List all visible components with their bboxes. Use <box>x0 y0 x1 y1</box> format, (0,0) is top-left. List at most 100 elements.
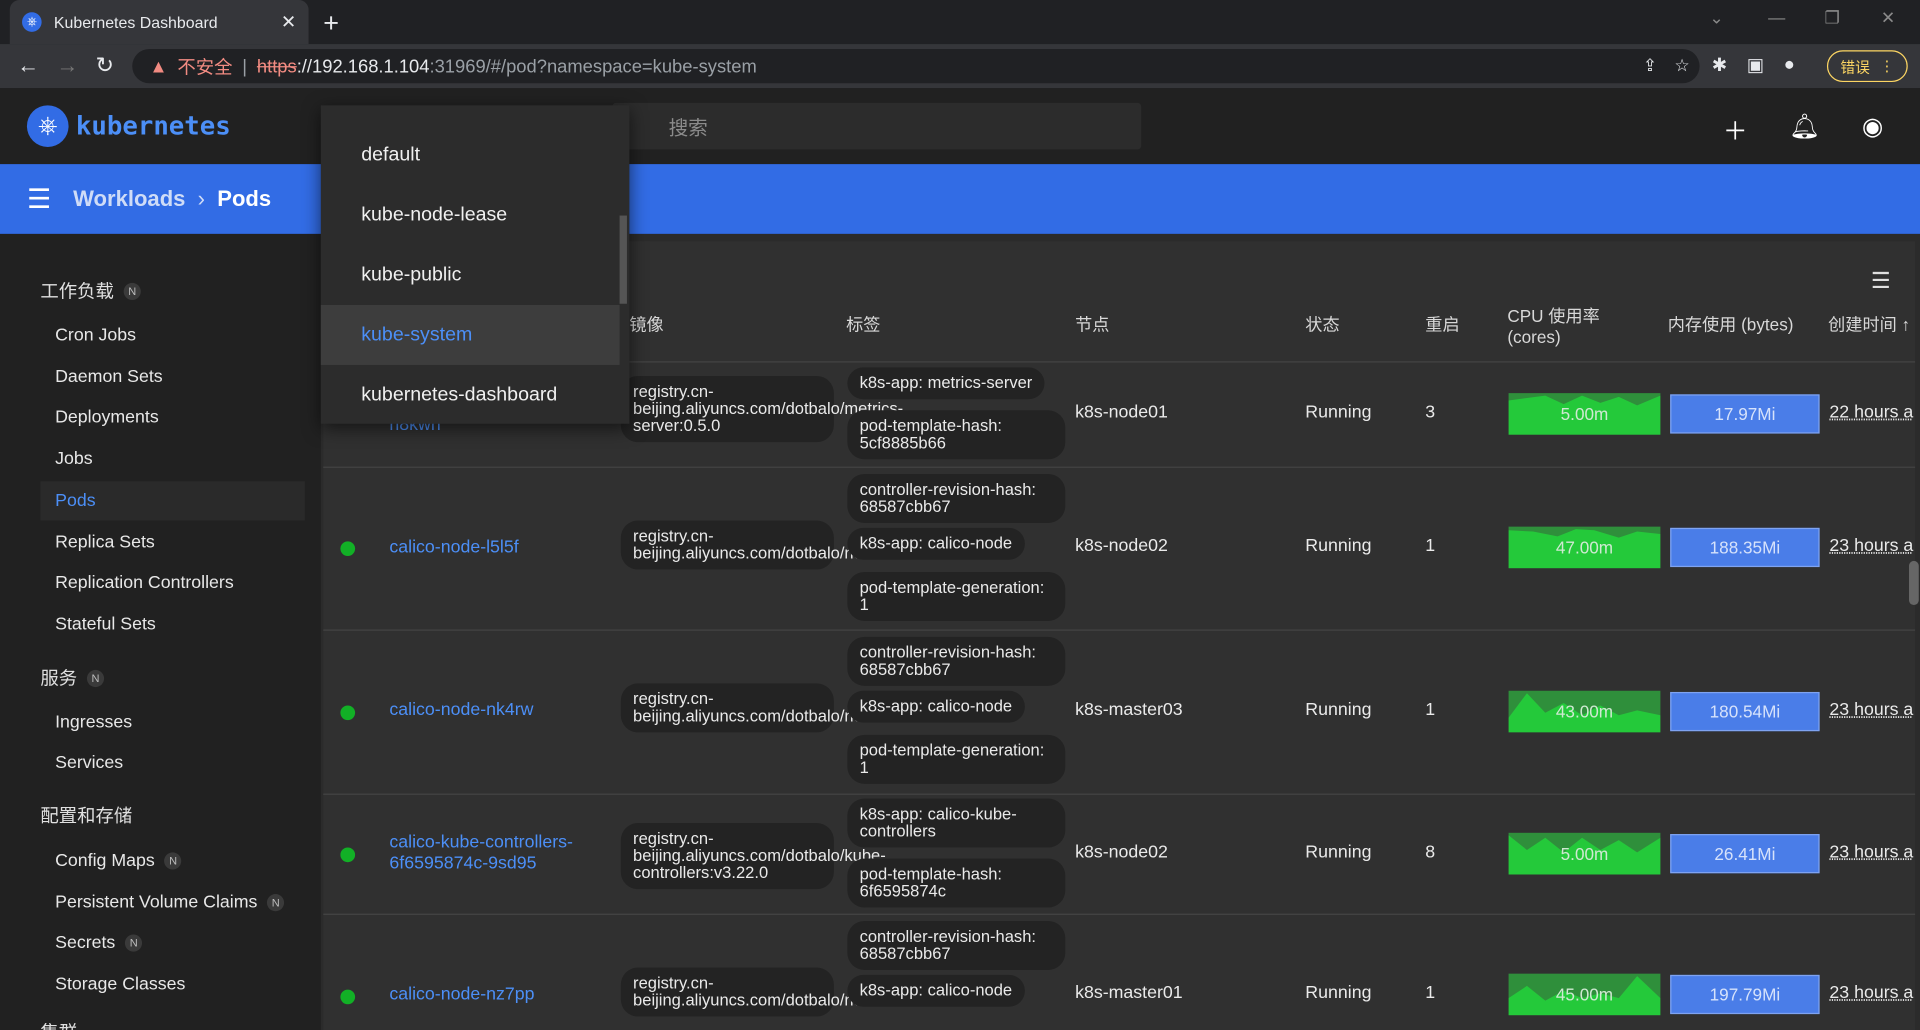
status-cell: Running <box>1305 700 1372 721</box>
sidebar-item-daemon-sets[interactable]: Daemon Sets <box>40 358 304 397</box>
browser-tab[interactable]: ⎈ Kubernetes Dashboard ✕ <box>9 0 309 45</box>
forward-icon[interactable]: → <box>56 53 78 79</box>
pod-name-link[interactable]: calico-node-nz7pp <box>389 985 534 1006</box>
memory-bar: 188.35Mi <box>1670 527 1820 568</box>
restore-icon[interactable]: ❐ <box>1824 7 1839 28</box>
node-cell: k8s-master01 <box>1075 983 1183 1004</box>
pod-name-link[interactable]: calico-node-l5l5f <box>389 538 518 559</box>
sidebar-item-replication-controllers[interactable]: Replication Controllers <box>40 563 304 602</box>
status-cell: Running <box>1305 983 1372 1004</box>
reload-icon[interactable]: ↻ <box>96 53 114 79</box>
share-icon[interactable]: ⇪ <box>1643 55 1657 76</box>
namespace-option-kube-system[interactable]: kube-system <box>320 304 620 365</box>
kubernetes-logo[interactable]: ⎈ kubernetes <box>26 105 231 147</box>
col-header-status[interactable]: 状态 <box>1305 315 1339 336</box>
section-label: 服务 <box>40 668 78 690</box>
filter-icon[interactable]: ☰ <box>1871 268 1891 294</box>
sidebar-item-replica-sets[interactable]: Replica Sets <box>40 523 304 562</box>
table-row[interactable]: calico-node-nk4rw registry.cn-beijing.al… <box>323 630 1915 794</box>
table-row[interactable]: calico-node-l5l5f registry.cn-beijing.al… <box>323 467 1915 630</box>
sidebar-item-deployments[interactable]: Deployments <box>40 398 304 437</box>
table-row[interactable]: calico-kube-controllers-6f6595874c-9sd95… <box>323 794 1915 914</box>
status-cell: Running <box>1305 536 1372 557</box>
table-row[interactable]: calico-node-nz7pp registry.cn-beijing.al… <box>323 914 1915 1030</box>
label-chip: pod-template-generation: 1 <box>847 734 1066 784</box>
col-header-created[interactable]: 创建时间 ↑ <box>1828 315 1910 336</box>
sidebar-item-label: Deployments <box>55 407 159 428</box>
sidebar-item-label: Daemon Sets <box>55 367 163 388</box>
new-tab-icon[interactable]: + <box>323 7 339 39</box>
pod-name-link[interactable]: calico-kube-controllers-6f6595874c-9sd95 <box>389 833 585 875</box>
running-status-icon <box>340 705 356 721</box>
sidebar-section-workloads[interactable]: 工作负载 N <box>40 278 141 304</box>
insecure-label: 不安全 <box>177 56 233 78</box>
tab-close-icon[interactable]: ✕ <box>281 11 296 33</box>
pod-name-link[interactable]: calico-node-nk4rw <box>389 701 533 722</box>
label-chip: pod-template-hash: 5cf8885b66 <box>847 410 1066 460</box>
image-chip: registry.cn-beijing.aliyuncs.com/dotbalo… <box>620 520 940 570</box>
sidebar-section-config-storage[interactable]: 配置和存储 <box>40 802 132 828</box>
sidebar-item-label: Services <box>55 753 124 773</box>
sidebar-item-ingresses[interactable]: Ingresses <box>40 703 304 742</box>
error-button[interactable]: 错误 ⋮ <box>1826 50 1908 83</box>
error-label: 错误 <box>1840 58 1870 76</box>
back-icon[interactable]: ← <box>17 53 39 79</box>
sidebar-item-cron-jobs[interactable]: Cron Jobs <box>40 316 304 355</box>
col-header-node[interactable]: 节点 <box>1075 315 1109 336</box>
namespace-option-default[interactable]: default <box>321 125 620 185</box>
label-chip: pod-template-generation: 1 <box>847 571 1066 621</box>
section-label: 工作负载 <box>40 281 114 303</box>
sidebar-item-stateful-sets[interactable]: Stateful Sets <box>40 605 304 644</box>
restarts-cell: 3 <box>1425 402 1436 423</box>
label-chip: controller-revision-hash: 68587cbb67 <box>847 636 1066 686</box>
url-field[interactable]: ▲ 不安全 | https ://192.168.1.104 :31969/#/… <box>132 48 1700 84</box>
sidebar-section-services[interactable]: 服务 N <box>40 665 105 691</box>
restarts-cell: 1 <box>1425 983 1436 1004</box>
sidebar-item-services[interactable]: Services <box>40 743 304 782</box>
app-toolbar: ⎈ kubernetes 搜索 ＋ 🔔︎ ◉ <box>0 88 1920 165</box>
profile-icon[interactable]: ● <box>1784 54 1795 76</box>
create-plus-icon[interactable]: ＋ <box>1723 111 1747 147</box>
sidebar-item-config-maps[interactable]: Config Maps N <box>40 841 304 880</box>
label-chip: pod-template-hash: 6f6595874c <box>847 858 1066 908</box>
sidebar-section-cluster[interactable]: 集群 <box>40 1019 77 1030</box>
notifications-bell-icon[interactable]: 🔔︎ <box>1789 111 1820 147</box>
sidebar-item-label: Jobs <box>55 449 93 470</box>
image-chip: registry.cn-beijing.aliyuncs.com/dotbalo… <box>620 375 903 443</box>
namespace-option-kube-node-lease[interactable]: kube-node-lease <box>321 185 620 245</box>
warning-icon: ▲ <box>149 55 168 77</box>
page-scrollbar[interactable] <box>1908 560 1919 606</box>
sidebar-item-pvc[interactable]: Persistent Volume Claims N <box>40 883 304 922</box>
breadcrumb-workloads[interactable]: Workloads <box>73 186 185 212</box>
col-header-image[interactable]: 镜像 <box>629 315 663 336</box>
minimize-icon[interactable]: — <box>1768 7 1785 27</box>
namespace-option-kube-public[interactable]: kube-public <box>321 245 620 305</box>
sidebar-item-label: Persistent Volume Claims <box>55 892 258 913</box>
hamburger-menu-icon[interactable]: ☰ <box>27 183 51 215</box>
sidebar-item-pods[interactable]: Pods <box>40 481 305 521</box>
extensions-icon[interactable]: ✱ <box>1712 54 1727 76</box>
col-header-restarts[interactable]: 重启 <box>1425 315 1459 336</box>
dropdown-scrollbar[interactable] <box>619 215 627 304</box>
sidebar-item-secrets[interactable]: Secrets N <box>40 923 304 962</box>
side-panel-icon[interactable]: ▣ <box>1747 54 1764 76</box>
sidebar-item-storage-classes[interactable]: Storage Classes <box>40 965 304 1004</box>
sidebar-item-label: Config Maps <box>55 851 155 871</box>
sidebar-item-jobs[interactable]: Jobs <box>40 440 304 479</box>
sidebar-item-label: Replication Controllers <box>55 573 234 593</box>
sort-arrow-icon: ↑ <box>1901 314 1911 335</box>
chevron-right-icon: › <box>197 186 206 211</box>
col-header-cpu: CPU 使用率 (cores) <box>1507 306 1600 347</box>
bookmark-star-icon[interactable]: ☆ <box>1674 55 1689 76</box>
tab-search-icon[interactable]: ⌄ <box>1709 7 1723 28</box>
created-cell: 23 hours a <box>1829 983 1914 1004</box>
search-input[interactable]: 搜索 <box>612 102 1142 150</box>
namespace-option-kubernetes-dashboard[interactable]: kubernetes-dashboard <box>321 365 620 425</box>
account-icon[interactable]: ◉ <box>1862 111 1883 147</box>
sidebar-item-label: Storage Classes <box>55 974 186 995</box>
running-status-icon <box>340 541 356 557</box>
namespaced-badge: N <box>164 852 182 870</box>
cpu-value: 5.00m <box>1560 404 1609 424</box>
sidebar-item-label: Secrets <box>55 933 116 953</box>
window-close-icon[interactable]: ✕ <box>1881 7 1895 28</box>
